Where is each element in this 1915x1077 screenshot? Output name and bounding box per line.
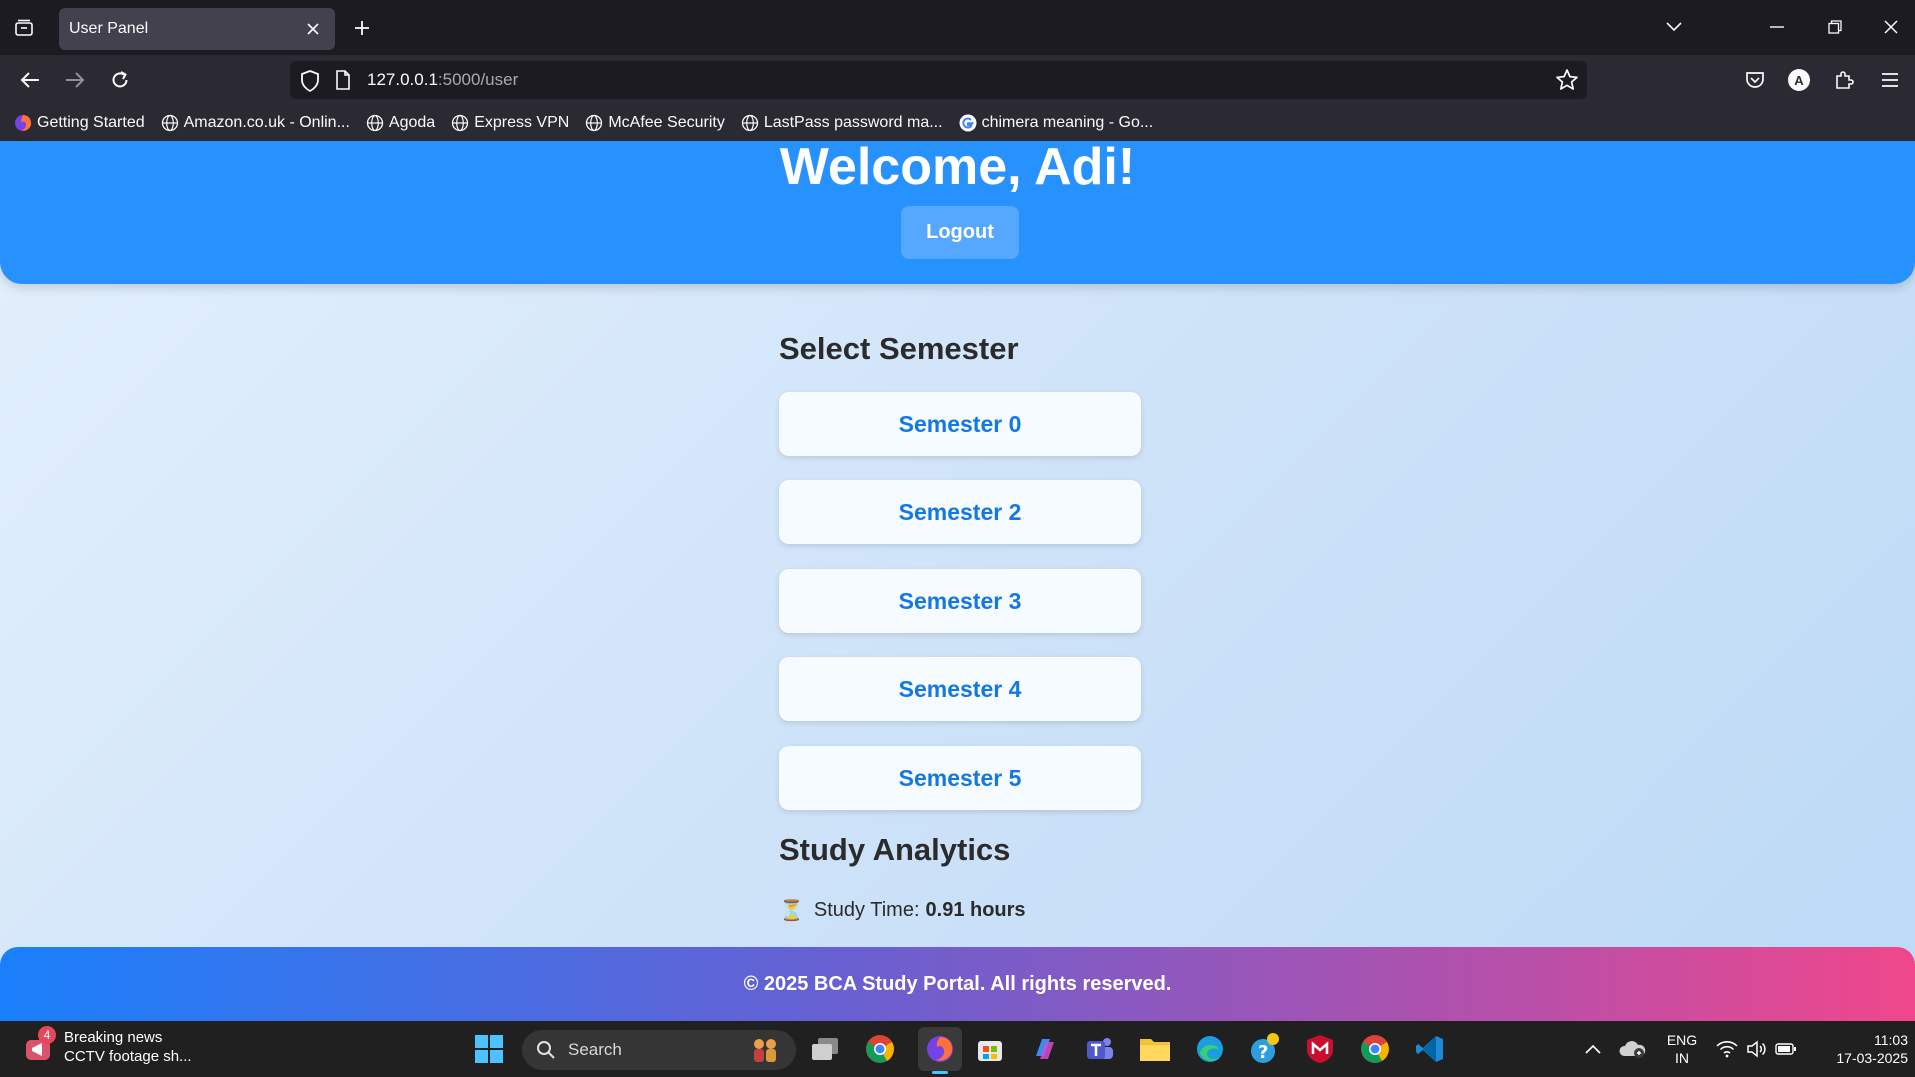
bookmark-item[interactable]: McAfee Security xyxy=(585,114,725,132)
bookmark-item[interactable]: Express VPN xyxy=(451,114,569,132)
firefox-taskbar-icon[interactable] xyxy=(918,1027,962,1074)
clock-date: 17-03-2025 xyxy=(1836,1050,1908,1066)
bookmark-label: LastPass password ma... xyxy=(763,114,943,131)
navigation-toolbar: 127.0.0.1:5000/user A xyxy=(0,55,1915,105)
semester-button[interactable]: Semester 0 xyxy=(779,392,1141,456)
account-initial: A xyxy=(1788,69,1810,91)
page-viewport: Welcome, Adi! Logout Select Semester Sem… xyxy=(0,141,1915,1021)
news-icon: 4 xyxy=(22,1026,56,1064)
account-avatar-icon[interactable]: A xyxy=(1782,63,1816,97)
bookmark-label: Express VPN xyxy=(474,114,570,131)
globe-icon xyxy=(366,114,384,132)
back-arrow-icon[interactable] xyxy=(13,63,47,97)
news-badge: 4 xyxy=(38,1026,56,1044)
help-icon[interactable]: ? xyxy=(1248,1032,1282,1066)
clock[interactable]: 11:03 17-03-2025 xyxy=(1808,1031,1908,1067)
minimize-icon[interactable] xyxy=(1757,10,1797,44)
bookmark-item[interactable]: Getting Started xyxy=(14,114,145,132)
microsoft-store-icon[interactable] xyxy=(973,1032,1007,1066)
bookmarks-toolbar: Getting Started Amazon.co.uk - Onlin... Ag… xyxy=(0,105,1915,141)
battery-icon[interactable] xyxy=(1769,1032,1803,1066)
globe-icon xyxy=(585,114,603,132)
bookmark-item[interactable]: Agoda xyxy=(366,114,435,132)
semester-button[interactable]: Semester 2 xyxy=(779,480,1141,544)
welcome-heading: Welcome, Adi! xyxy=(779,141,1136,196)
close-window-icon[interactable] xyxy=(1871,10,1911,44)
tab-strip: User Panel xyxy=(0,0,1915,55)
volume-icon[interactable] xyxy=(1739,1032,1773,1066)
url-host: 127.0.0.1 xyxy=(367,70,438,89)
bookmark-item[interactable]: LastPass password ma... xyxy=(741,114,943,132)
close-tab-icon[interactable] xyxy=(303,19,323,39)
vscode-icon[interactable] xyxy=(1413,1032,1447,1066)
tab-title: User Panel xyxy=(69,20,149,37)
bookmark-label: Amazon.co.uk - Onlin... xyxy=(183,114,350,131)
language-indicator[interactable]: ENG IN xyxy=(1662,1031,1702,1067)
search-highlight-icon xyxy=(748,1037,782,1068)
task-view-icon[interactable] xyxy=(808,1032,842,1066)
semester-button[interactable]: Semester 5 xyxy=(779,746,1141,810)
teams-icon[interactable] xyxy=(1083,1032,1117,1066)
copilot-icon[interactable] xyxy=(1028,1032,1062,1066)
study-time-label: Study Time: xyxy=(813,899,920,921)
url-bar[interactable]: 127.0.0.1:5000/user xyxy=(290,61,1587,99)
bookmark-label: Getting Started xyxy=(37,114,145,131)
news-title: Breaking news xyxy=(64,1029,163,1046)
tab-list-icon[interactable] xyxy=(10,14,38,42)
globe-icon xyxy=(741,114,759,132)
bookmark-label: McAfee Security xyxy=(608,114,725,131)
taskbar-search[interactable]: Search xyxy=(522,1030,796,1070)
menu-hamburger-icon[interactable] xyxy=(1873,63,1907,97)
pocket-icon[interactable] xyxy=(1738,63,1772,97)
firefox-icon xyxy=(14,114,32,132)
onedrive-icon[interactable] xyxy=(1615,1032,1649,1066)
google-icon xyxy=(959,114,977,132)
bookmark-item[interactable]: Amazon.co.uk - Onlin... xyxy=(161,114,350,132)
study-time-value: 0.91 hours xyxy=(925,899,1026,921)
chrome-icon[interactable] xyxy=(863,1032,897,1066)
bookmark-item[interactable]: chimera meaning - Go... xyxy=(959,114,1154,132)
hourglass-icon: ⏳ xyxy=(779,900,804,922)
file-explorer-icon[interactable] xyxy=(1138,1032,1172,1066)
semester-button[interactable]: Semester 4 xyxy=(779,657,1141,721)
new-tab-icon[interactable] xyxy=(348,14,376,42)
logout-button[interactable]: Logout xyxy=(901,206,1019,259)
mcafee-icon[interactable] xyxy=(1303,1032,1337,1066)
url-path: :5000/user xyxy=(437,70,519,89)
url-text: 127.0.0.1:5000/user xyxy=(367,70,518,90)
edge-icon[interactable] xyxy=(1193,1032,1227,1066)
tray-chevron-up-icon[interactable] xyxy=(1576,1032,1610,1066)
bookmark-star-icon[interactable] xyxy=(1555,68,1579,97)
search-label: Search xyxy=(568,1040,622,1059)
start-windows-icon[interactable] xyxy=(472,1032,506,1066)
news-widget[interactable]: 4 Breaking news CCTV footage sh... xyxy=(22,1026,192,1066)
footer-text: © 2025 BCA Study Portal. All rights rese… xyxy=(743,972,1172,995)
study-analytics-heading: Study Analytics xyxy=(779,832,1011,867)
tab-overflow-chevron-icon[interactable] xyxy=(1654,10,1694,44)
language-line1: ENG xyxy=(1666,1032,1698,1048)
bookmark-label: chimera meaning - Go... xyxy=(981,114,1154,131)
restore-icon[interactable] xyxy=(1815,10,1855,44)
language-line2: IN xyxy=(1675,1050,1689,1066)
bookmark-label: Agoda xyxy=(388,114,436,131)
globe-icon xyxy=(451,114,469,132)
select-semester-heading: Select Semester xyxy=(779,331,1019,366)
search-icon xyxy=(536,1040,556,1060)
page-footer: © 2025 BCA Study Portal. All rights rese… xyxy=(0,947,1915,1021)
forward-arrow-icon[interactable] xyxy=(58,63,92,97)
page-header: Welcome, Adi! Logout xyxy=(0,141,1915,284)
extensions-icon[interactable] xyxy=(1827,63,1861,97)
news-subtitle: CCTV footage sh... xyxy=(64,1048,192,1065)
reload-icon[interactable] xyxy=(103,63,137,97)
clock-time: 11:03 xyxy=(1874,1032,1908,1048)
semester-button[interactable]: Semester 3 xyxy=(779,569,1141,633)
shield-icon[interactable] xyxy=(300,70,320,97)
page-info-icon[interactable] xyxy=(335,70,351,95)
windows-taskbar: 4 Breaking news CCTV footage sh... Searc… xyxy=(0,1021,1915,1077)
chrome-profile-icon[interactable] xyxy=(1358,1032,1392,1066)
active-tab[interactable]: User Panel xyxy=(59,8,335,50)
svg-text:?: ? xyxy=(1258,1042,1268,1063)
globe-icon xyxy=(161,114,179,132)
study-time-line: ⏳ Study Time: 0.91 hours xyxy=(779,898,1026,923)
